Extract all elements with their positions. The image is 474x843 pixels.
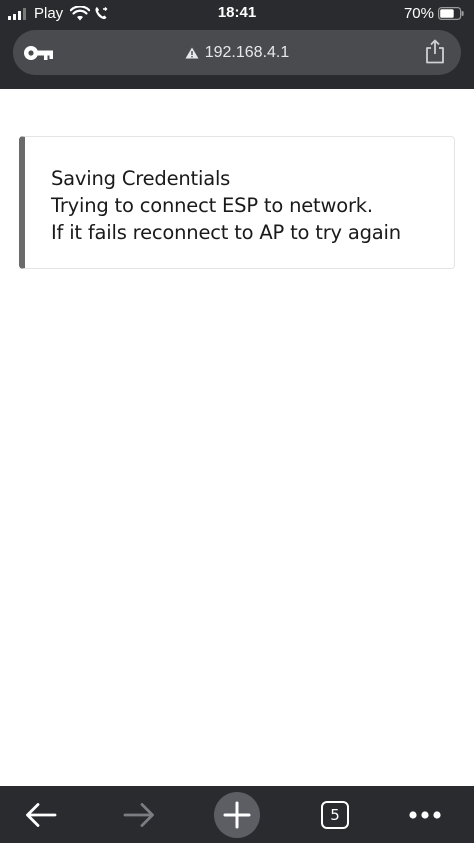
message-line-connecting: Trying to connect ESP to network. [51, 194, 373, 217]
tab-count: 5 [330, 805, 340, 824]
bottom-toolbar: 5 [0, 786, 474, 843]
tabs-icon[interactable]: 5 [321, 800, 349, 829]
clock: 18:41 [217, 4, 257, 21]
more-menu-button[interactable] [400, 786, 450, 843]
tabs-button[interactable]: 5 [310, 786, 360, 843]
url-display[interactable]: 192.168.4.1 [13, 30, 461, 75]
battery-percent: 70% [403, 5, 434, 22]
plus-icon [223, 801, 251, 828]
message-line-retry: If it fails reconnect to AP to try again [51, 221, 401, 244]
new-tab-circle[interactable] [214, 791, 260, 838]
top-chrome: Play 18:41 70% 192.168.4.1 [0, 0, 474, 89]
back-button[interactable] [16, 786, 66, 843]
address-bar[interactable]: 192.168.4.1 [13, 30, 461, 75]
more-icon [409, 810, 441, 819]
warning-icon [185, 47, 199, 58]
new-tab-button[interactable] [212, 786, 262, 843]
forward-arrow-icon [123, 802, 154, 827]
forward-button[interactable] [114, 786, 164, 843]
message-line-saving: Saving Credentials [51, 167, 231, 190]
status-bar: Play 18:41 70% [0, 0, 474, 28]
battery-icon [438, 7, 464, 20]
url-text[interactable]: 192.168.4.1 [205, 44, 290, 62]
back-arrow-icon [26, 802, 57, 827]
share-icon[interactable] [425, 39, 445, 64]
status-message-box: Saving Credentials Trying to connect ESP… [19, 136, 455, 269]
